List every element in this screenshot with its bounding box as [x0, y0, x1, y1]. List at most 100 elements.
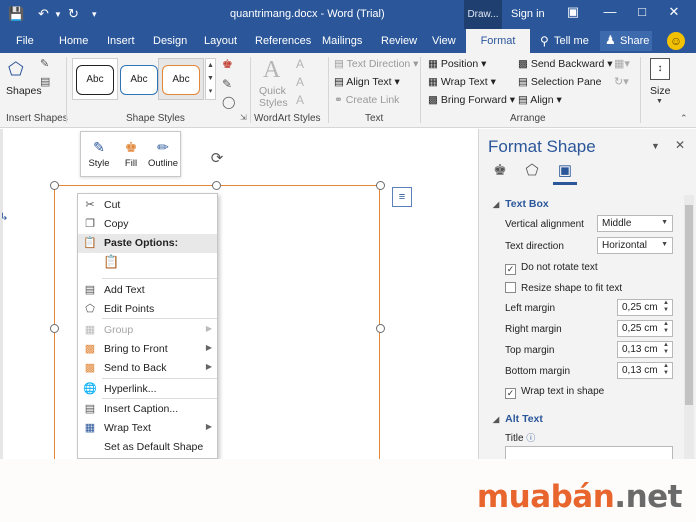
align-button[interactable]: ▤ Align ▾ [518, 94, 562, 106]
minimize-icon[interactable]: — [600, 4, 620, 24]
quick-styles-a-icon[interactable]: A [263, 57, 280, 84]
alt-title-input[interactable] [505, 446, 673, 460]
left-margin-input[interactable]: 0,25 cm ▲ ▼ [617, 299, 673, 316]
resize-handle-left[interactable] [50, 324, 59, 333]
wrap-text-button[interactable]: ▦ Wrap Text ▾ [428, 76, 496, 88]
draw-text-box-icon[interactable]: ▤ [40, 75, 50, 88]
size-dropdown-icon[interactable]: ▼ [656, 98, 663, 105]
spinner-arrows-icon[interactable]: ▲ ▼ [663, 321, 669, 335]
menu-item-cut[interactable]: ✂ Cut [78, 196, 217, 215]
tab-view[interactable]: View [432, 35, 456, 47]
tab-format[interactable]: Format [466, 29, 530, 53]
position-button[interactable]: ▦ Position ▾ [428, 58, 486, 70]
tell-me-search[interactable]: Tell me [554, 35, 589, 47]
undo-dropdown-icon[interactable]: ▼ [54, 10, 62, 19]
rotate-handle-icon[interactable]: ⟳ [208, 150, 226, 168]
tab-layout[interactable]: Layout [204, 35, 237, 47]
maximize-icon[interactable]: □ [632, 4, 652, 24]
tab-review[interactable]: Review [381, 35, 417, 47]
menu-item-send-to-back[interactable]: ▩ Send to Back ▶ [78, 359, 217, 378]
spinner-arrows-icon[interactable]: ▲ ▼ [663, 363, 669, 377]
size-icon[interactable]: ↕ [650, 58, 670, 80]
bring-forward-button[interactable]: ▩ Bring Forward ▾ [428, 94, 515, 106]
feedback-smiley-icon[interactable]: ☺ [667, 32, 685, 50]
shape-outline-icon[interactable]: ✎ [222, 77, 232, 91]
section-text-box[interactable]: ◢ Text Box [493, 198, 549, 210]
resize-handle-top-left[interactable] [50, 181, 59, 190]
text-direction-button[interactable]: ▤ Text Direction ▾ [334, 58, 418, 70]
resize-handle-top[interactable] [212, 181, 221, 190]
tab-references[interactable]: References [255, 35, 311, 47]
wrap-text-in-shape-checkbox[interactable]: ✓ Wrap text in shape [505, 386, 604, 399]
vertical-alignment-select[interactable]: Middle ▼ [597, 215, 673, 232]
mini-style-button[interactable]: ✎ Style [83, 136, 115, 169]
text-effects-icon[interactable]: A [296, 93, 304, 107]
shape-style-1[interactable]: Abc [76, 65, 114, 95]
shape-style-2[interactable]: Abc [120, 65, 158, 95]
tab-file[interactable]: File [16, 35, 34, 47]
redo-icon[interactable]: ↻ [68, 6, 79, 22]
do-not-rotate-checkbox[interactable]: ✓ Do not rotate text [505, 262, 598, 275]
align-text-button[interactable]: ▤ Align Text ▾ [334, 76, 400, 88]
tab-home[interactable]: Home [59, 35, 88, 47]
group-objects-icon[interactable]: ▦▾ [614, 57, 630, 70]
text-fill-icon[interactable]: A [296, 57, 304, 71]
resize-handle-top-right[interactable] [376, 181, 385, 190]
customize-qat-icon[interactable]: ▾ [92, 9, 97, 20]
resize-handle-right[interactable] [376, 324, 385, 333]
quick-styles-button[interactable]: Quick Styles [259, 85, 289, 109]
close-icon[interactable]: ✕ [664, 4, 684, 24]
shape-effects-icon[interactable]: ◯ [222, 95, 235, 109]
layout-options-icon[interactable]: ≡ [392, 187, 412, 207]
right-margin-input[interactable]: 0,25 cm ▲ ▼ [617, 320, 673, 337]
menu-item-add-text[interactable]: ▤ Add Text [78, 281, 217, 300]
shape-style-3[interactable]: Abc [162, 65, 200, 95]
shapes-button[interactable]: Shapes [6, 85, 42, 97]
pane-scrollbar[interactable] [684, 195, 694, 459]
menu-item-copy[interactable]: ❐ Copy [78, 215, 217, 234]
section-alt-text[interactable]: ◢ Alt Text [493, 413, 543, 425]
share-button[interactable]: ♟ Share [600, 31, 652, 51]
tab-insert[interactable]: Insert [107, 35, 135, 47]
resize-shape-checkbox[interactable]: Resize shape to fit text [505, 282, 622, 294]
ribbon-display-options-icon[interactable]: ▣ [563, 4, 583, 24]
pane-options-icon[interactable]: ▼ [651, 141, 660, 151]
effects-tab-icon[interactable]: ⬠ [521, 161, 543, 181]
shape-fill-icon[interactable]: ♚ [222, 57, 233, 71]
collapse-ribbon-icon[interactable]: ⌃ [680, 113, 688, 124]
mini-outline-button[interactable]: ✏ Outline [147, 136, 179, 169]
menu-item-hyperlink[interactable]: 🌐 Hyperlink... [78, 380, 217, 399]
spinner-arrows-icon[interactable]: ▲ ▼ [663, 300, 669, 314]
menu-item-set-default-shape[interactable]: Set as Default Shape [78, 438, 217, 457]
text-outline-icon[interactable]: A [296, 75, 304, 89]
dialog-launcher-icon[interactable]: ⇲ [240, 113, 247, 122]
menu-item-edit-points[interactable]: ⬠ Edit Points [78, 300, 217, 319]
save-icon[interactable]: 💾 [8, 6, 24, 22]
size-button[interactable]: Size [650, 85, 670, 97]
create-link-button[interactable]: ⚭ Create Link [334, 94, 399, 106]
send-backward-button[interactable]: ▩ Send Backward ▾ [518, 58, 613, 70]
pane-close-icon[interactable]: ✕ [675, 138, 685, 152]
fill-line-tab-icon[interactable]: ♚ [489, 161, 511, 181]
layout-properties-tab-icon[interactable]: ▣ [554, 161, 576, 181]
select-value: Middle [602, 218, 632, 229]
menu-item-bring-to-front[interactable]: ▩ Bring to Front ▶ [78, 340, 217, 359]
sign-in-link[interactable]: Sign in [511, 8, 545, 20]
gallery-scroll[interactable]: ▲ ▼ ▾ [205, 58, 216, 100]
mini-fill-button[interactable]: ♚ Fill [115, 136, 147, 169]
bottom-margin-input[interactable]: 0,13 cm ▲ ▼ [617, 362, 673, 379]
undo-icon[interactable]: ↶ [38, 6, 49, 22]
paste-keep-text-icon[interactable]: 📋 [103, 254, 121, 274]
menu-item-wrap-text[interactable]: ▦ Wrap Text ▶ [78, 419, 217, 438]
spinner-arrows-icon[interactable]: ▲ ▼ [663, 342, 669, 356]
text-direction-select[interactable]: Horizontal ▼ [597, 237, 673, 254]
menu-item-insert-caption[interactable]: ▤ Insert Caption... [78, 400, 217, 419]
shapes-gallery-icon[interactable]: ⬠ [8, 59, 24, 80]
scrollbar-thumb[interactable] [685, 205, 693, 405]
selection-pane-button[interactable]: ▤ Selection Pane [518, 76, 601, 88]
top-margin-input[interactable]: 0,13 cm ▲ ▼ [617, 341, 673, 358]
rotate-objects-icon[interactable]: ↻▾ [614, 75, 629, 88]
tab-mailings[interactable]: Mailings [322, 35, 362, 47]
edit-shape-icon[interactable]: ✎ [40, 57, 49, 70]
tab-design[interactable]: Design [153, 35, 187, 47]
